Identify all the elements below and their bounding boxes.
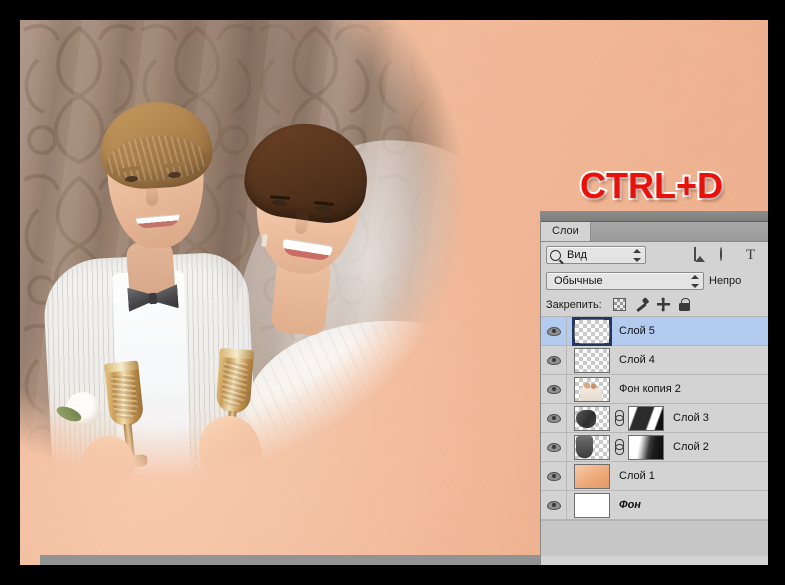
- layer-name[interactable]: Слой 4: [619, 354, 655, 366]
- tab-layers-label: Слои: [552, 225, 579, 237]
- eye-icon: [546, 355, 561, 365]
- panel-title-bar[interactable]: [541, 211, 768, 222]
- table-row[interactable]: Слой 5: [541, 316, 768, 346]
- groom-bowtie: [127, 284, 179, 311]
- blend-mode-select[interactable]: Обычные: [546, 271, 704, 290]
- adjustment-filter-icon[interactable]: [720, 246, 735, 263]
- masked-photo: [20, 20, 550, 490]
- table-row[interactable]: Слой 4: [541, 346, 768, 375]
- filter-type-value: Вид: [567, 249, 587, 261]
- layer-name[interactable]: Слой 2: [673, 441, 709, 453]
- lock-all-icon[interactable]: [678, 298, 690, 311]
- lock-position-icon[interactable]: [656, 297, 670, 312]
- panel-footer[interactable]: [541, 520, 768, 556]
- layer-visibility-toggle[interactable]: [541, 462, 567, 490]
- mask-link-icon[interactable]: [614, 410, 624, 426]
- layer-list[interactable]: Слой 5 Слой 4 Фон копия 2 Слой 3 Слой 2 …: [541, 316, 768, 520]
- layer-thumbnail[interactable]: [574, 405, 610, 431]
- tab-layers[interactable]: Слои: [541, 222, 591, 241]
- blend-mode-value: Обычные: [554, 274, 603, 287]
- quick-filter-icons[interactable]: T: [694, 246, 763, 263]
- layer-thumbnail[interactable]: [574, 376, 610, 402]
- eye-icon: [546, 384, 561, 394]
- filter-type-select[interactable]: Вид: [546, 246, 646, 264]
- lock-row[interactable]: Закрепить:: [541, 293, 768, 317]
- table-row[interactable]: Фон копия 2: [541, 375, 768, 404]
- eye-icon: [546, 471, 561, 481]
- layer-visibility-toggle[interactable]: [541, 317, 567, 345]
- layer-thumbnail[interactable]: [574, 347, 610, 373]
- layer-thumbnail[interactable]: [574, 492, 610, 518]
- layer-thumbnail[interactable]: [574, 434, 610, 460]
- eye-icon: [546, 442, 561, 452]
- screenshot-root: CTRL+D Слои Вид T Обычные Непро Закрепит…: [0, 0, 785, 585]
- table-row[interactable]: Слой 2: [541, 433, 768, 462]
- layer-mask-thumbnail[interactable]: [628, 434, 664, 460]
- panel-tab-strip[interactable]: Слои: [541, 222, 768, 242]
- eye-icon: [546, 326, 561, 336]
- opacity-label: Непро: [709, 274, 742, 287]
- mask-link-icon[interactable]: [614, 439, 624, 455]
- chevron-updown-icon[interactable]: [633, 249, 641, 262]
- layer-name[interactable]: Фон копия 2: [619, 383, 681, 395]
- lock-transparency-icon[interactable]: [612, 298, 626, 311]
- layer-visibility-toggle[interactable]: [541, 404, 567, 432]
- layer-thumbnail[interactable]: [572, 316, 612, 346]
- type-filter-icon[interactable]: T: [746, 247, 761, 263]
- table-row[interactable]: Слой 3: [541, 404, 768, 433]
- layer-filter-row[interactable]: Вид T: [541, 242, 768, 268]
- layer-name[interactable]: Слой 3: [673, 412, 709, 424]
- lock-label: Закрепить:: [546, 298, 602, 311]
- table-row[interactable]: Слой 1: [541, 462, 768, 491]
- layer-visibility-toggle[interactable]: [541, 375, 567, 403]
- table-row[interactable]: Фон: [541, 491, 768, 520]
- image-filter-icon[interactable]: [694, 246, 709, 263]
- layer-name[interactable]: Слой 1: [619, 470, 655, 482]
- hotkey-annotation: CTRL+D: [578, 163, 725, 208]
- search-icon: [550, 249, 561, 261]
- lock-image-pixels-icon[interactable]: [635, 298, 648, 311]
- eye-icon: [546, 413, 561, 423]
- layers-panel[interactable]: Слои Вид T Обычные Непро Закрепить: Слой…: [540, 211, 768, 565]
- layer-visibility-toggle[interactable]: [541, 433, 567, 461]
- eye-icon: [546, 500, 561, 510]
- layer-thumbnail[interactable]: [574, 463, 610, 489]
- blend-mode-row[interactable]: Обычные Непро: [541, 268, 768, 293]
- layer-visibility-toggle[interactable]: [541, 346, 567, 374]
- layer-name[interactable]: Слой 5: [619, 325, 655, 337]
- layer-visibility-toggle[interactable]: [541, 491, 567, 519]
- chevron-updown-icon[interactable]: [691, 274, 699, 288]
- groom-nose: [146, 180, 158, 206]
- layer-name[interactable]: Фон: [619, 499, 641, 511]
- layer-mask-thumbnail[interactable]: [628, 405, 664, 431]
- boutonniere: [66, 392, 100, 426]
